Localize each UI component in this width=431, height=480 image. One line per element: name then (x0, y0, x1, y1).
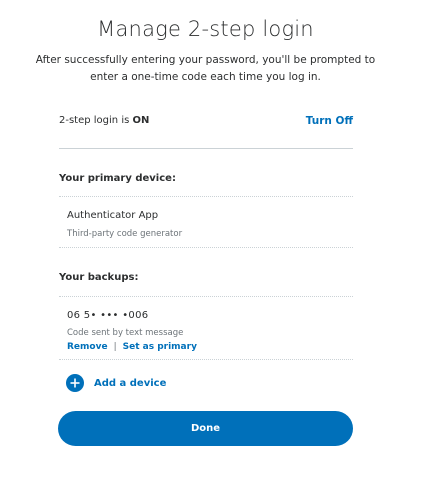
backup-description: Code sent by text message (67, 328, 184, 338)
page-title: Manage 2-step login (97, 17, 314, 41)
primary-device-name: Authenticator App (67, 210, 159, 221)
status-state: ON (132, 115, 150, 126)
primary-device-heading: Your primary device: (59, 173, 176, 184)
divider (59, 296, 353, 297)
link-separator: | (113, 342, 117, 352)
backups-heading: Your backups: (59, 272, 139, 283)
add-device-button[interactable]: Add a device (66, 374, 166, 392)
divider (59, 148, 353, 149)
status-text: 2-step login is ON (59, 115, 149, 126)
status-row: 2-step login is ON Turn Off (59, 113, 353, 129)
intro-description: After successfully entering your passwor… (35, 54, 376, 83)
primary-device-description: Third-party code generator (67, 229, 183, 239)
plus-circle-icon[interactable] (66, 374, 84, 392)
divider (59, 196, 353, 197)
backup-actions: Remove | Set as primary (67, 342, 197, 352)
backup-phone-number: 06 5• ••• •006 (67, 310, 149, 321)
set-as-primary-link[interactable]: Set as primary (123, 342, 197, 352)
divider (59, 247, 353, 248)
status-label: 2-step login is (59, 115, 133, 126)
divider (59, 359, 353, 360)
add-device-label[interactable]: Add a device (94, 378, 166, 389)
remove-link[interactable]: Remove (67, 342, 108, 352)
done-button[interactable]: Done (58, 411, 353, 446)
turn-off-link[interactable]: Turn Off (306, 115, 353, 127)
